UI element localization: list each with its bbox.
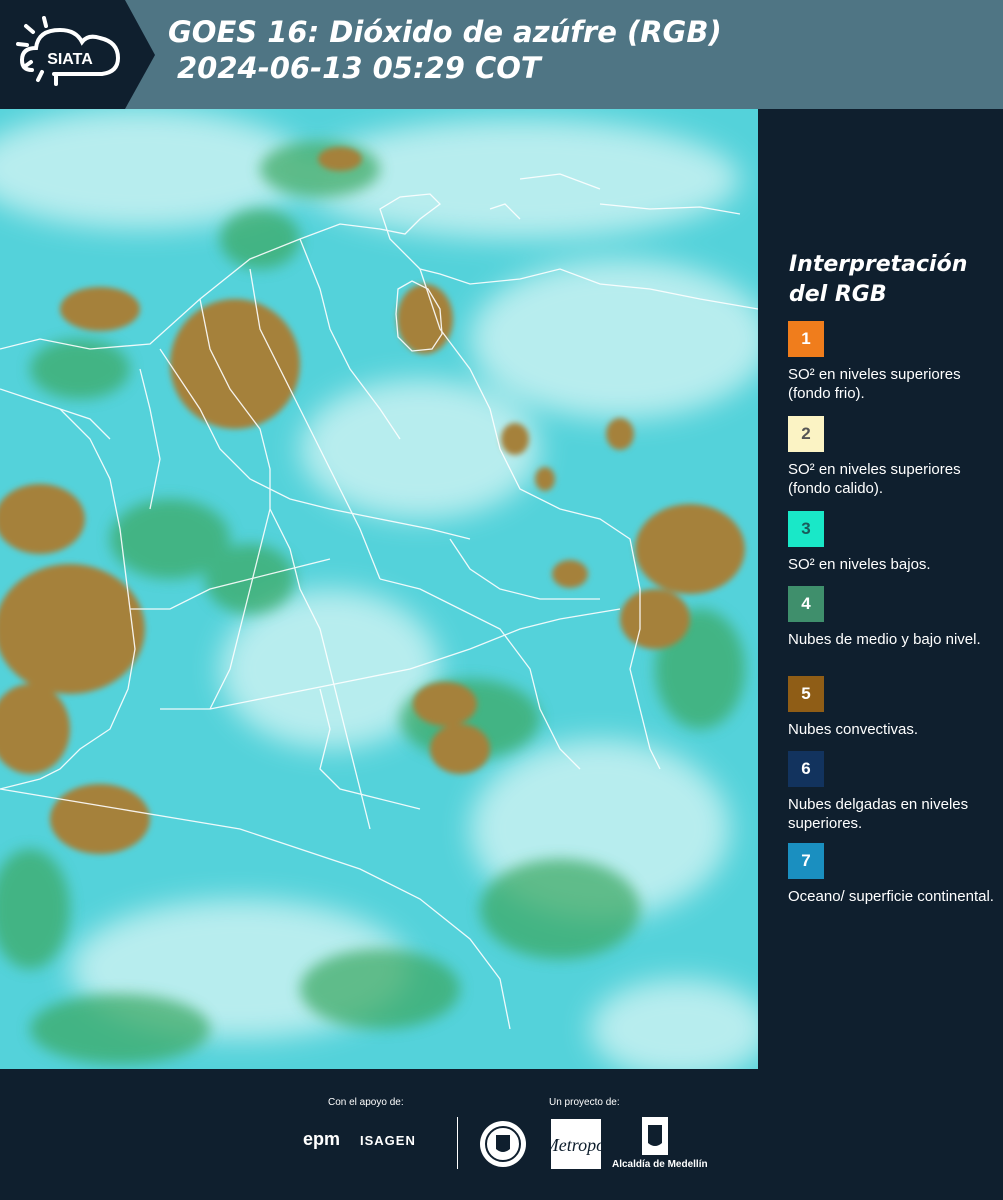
legend-swatch-2: 2 [788, 416, 824, 452]
logo-text: SIATA [47, 51, 93, 68]
legend-item-1: 1 SO² en niveles superiores (fondo frio)… [788, 321, 998, 403]
legend-label-7: Oceano/ superficie continental. [788, 888, 994, 905]
satellite-map [0, 109, 758, 1069]
legend-swatch-4: 4 [788, 586, 824, 622]
legend-swatch-1: 1 [788, 321, 824, 357]
medellin-seal-icon [480, 1121, 526, 1167]
legend-label-6: Nubes delgadas en niveles superiores. [788, 796, 969, 832]
header-bar: SIATA GOES 16: Dióxido de azúfre (RGB) 2… [0, 0, 1003, 109]
area-metropolitana-logo: Área Metropolitana [551, 1119, 601, 1169]
isagen-logo: ISAGEN [360, 1133, 416, 1148]
satellite-image [0, 109, 758, 1069]
legend-item-6: 6 Nubes delgadas en niveles superiores. [788, 751, 998, 833]
svg-text:Área Metropolitana: Área Metropolitana [551, 1134, 601, 1155]
legend-label-1: SO² en niveles superiores (fondo frio). [788, 366, 961, 402]
legend-item-4: 4 Nubes de medio y bajo nivel. [788, 586, 998, 649]
legend-item-7: 7 Oceano/ superficie continental. [788, 843, 998, 906]
siata-logo: SIATA [0, 0, 155, 109]
legend-label-5: Nubes convectivas. [788, 721, 919, 738]
title-line-1: GOES 16: Dióxido de azúfre (RGB) [168, 15, 722, 49]
legend-item-3: 3 SO² en niveles bajos. [788, 511, 998, 574]
page-title: GOES 16: Dióxido de azúfre (RGB) 2024-06… [168, 14, 722, 86]
footer: Con el apoyo de: Un proyecto de: epm ISA… [0, 1069, 1003, 1200]
title-line-2: 2024-06-13 05:29 COT [177, 51, 541, 85]
siata-logo-icon: SIATA [16, 16, 121, 86]
legend-label-4: Nubes de medio y bajo nivel. [788, 631, 981, 648]
project-label: Un proyecto de: [549, 1097, 620, 1108]
alcaldia-label: Alcaldía de Medellín [612, 1159, 708, 1170]
legend-panel: Interpretación del RGB 1 SO² en niveles … [758, 109, 1003, 1069]
legend-swatch-3: 3 [788, 511, 824, 547]
legend-label-2: SO² en niveles superiores (fondo calido)… [788, 461, 961, 497]
legend-item-2: 2 SO² en niveles superiores (fondo calid… [788, 416, 998, 498]
footer-divider [457, 1117, 458, 1169]
alcaldia-medellin-logo [642, 1117, 668, 1155]
epm-logo: epm [303, 1129, 341, 1149]
legend-item-5: 5 Nubes convectivas. [788, 676, 998, 739]
legend-swatch-5: 5 [788, 676, 824, 712]
support-label: Con el apoyo de: [328, 1097, 404, 1108]
legend-swatch-6: 6 [788, 751, 824, 787]
legend-swatch-7: 7 [788, 843, 824, 879]
legend-title: Interpretación del RGB [789, 252, 968, 307]
legend-label-3: SO² en niveles bajos. [788, 556, 931, 573]
